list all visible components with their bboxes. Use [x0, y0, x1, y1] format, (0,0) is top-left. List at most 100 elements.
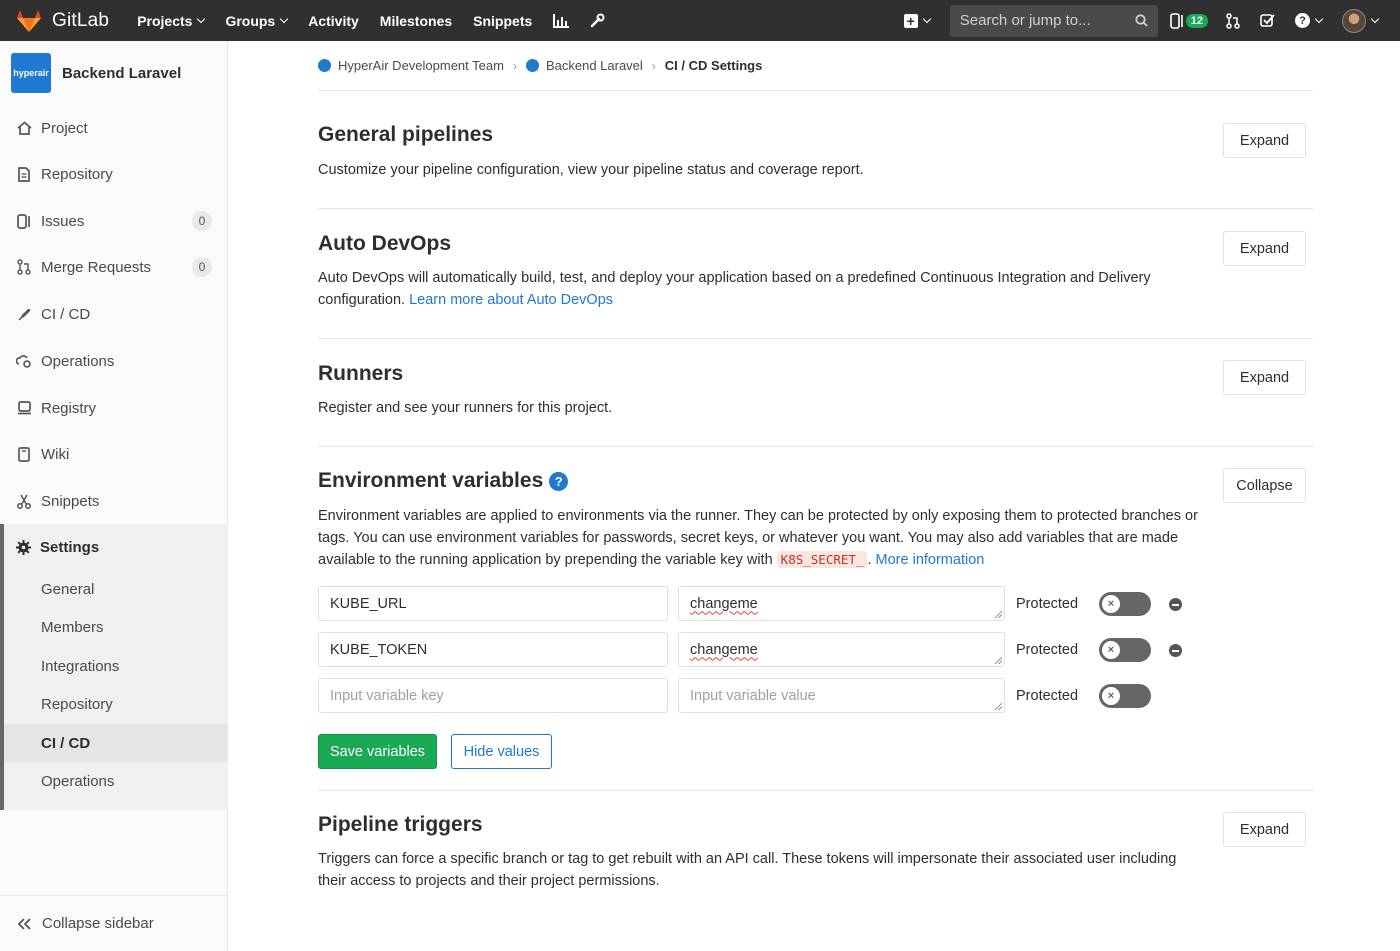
expand-button[interactable]: Expand — [1223, 123, 1306, 158]
sidebar-item-label: Wiki — [41, 445, 70, 463]
more-information-link[interactable]: More information — [876, 552, 985, 568]
sidebar-item-merge-requests[interactable]: Merge Requests 0 — [0, 244, 228, 290]
sidebar-item-snippets[interactable]: Snippets — [0, 478, 228, 524]
search-input[interactable]: Search or jump to... — [949, 4, 1158, 37]
toggle-off-icon: × — [1102, 595, 1120, 613]
breadcrumb-group[interactable]: HyperAir Development Team — [338, 58, 504, 73]
learn-more-auto-devops-link[interactable]: Learn more about Auto DevOps — [409, 292, 613, 308]
sidebar-item-repository[interactable]: Repository — [0, 151, 228, 197]
expand-button[interactable]: Expand — [1223, 360, 1306, 395]
sidebar-item-settings[interactable]: Settings — [16, 524, 99, 570]
project-sidebar: hyperair Backend Laravel Project Reposit… — [0, 41, 228, 951]
section-pipeline-triggers: Pipeline triggers Triggers can force a s… — [318, 791, 1313, 921]
variable-value-input[interactable]: changeme — [678, 586, 1005, 621]
remove-variable-icon[interactable] — [1169, 598, 1182, 611]
section-description: Customize your pipeline configuration, v… — [318, 162, 864, 178]
issues-counter[interactable]: 12 — [1169, 12, 1208, 29]
cloud-gear-icon — [16, 353, 32, 369]
collapse-sidebar-button[interactable]: Collapse sidebar — [0, 895, 227, 951]
merge-requests-icon[interactable] — [1226, 12, 1240, 29]
expand-button[interactable]: Expand — [1223, 812, 1306, 847]
group-avatar-icon — [318, 59, 331, 72]
variable-key-input[interactable]: KUBE_URL — [318, 586, 668, 621]
resize-handle-icon[interactable] — [995, 657, 1002, 664]
sidebar-item-wiki[interactable]: Wiki — [0, 431, 228, 477]
save-variables-button[interactable]: Save variables — [318, 734, 437, 769]
protected-toggle[interactable]: × — [1099, 592, 1151, 616]
nav-snippets[interactable]: Snippets — [473, 13, 532, 29]
variable-value-input[interactable]: changeme — [678, 632, 1005, 667]
book-icon — [16, 446, 32, 462]
sidebar-item-operations[interactable]: Operations — [0, 338, 228, 384]
avatar — [1342, 8, 1366, 33]
brand-name: GitLab — [52, 9, 110, 31]
search-placeholder: Search or jump to... — [959, 12, 1091, 29]
sidebar-item-project[interactable]: Project — [0, 105, 228, 151]
protected-label: Protected — [1016, 595, 1079, 612]
section-description: Register and see your runners for this p… — [318, 400, 613, 416]
protected-toggle[interactable]: × — [1099, 638, 1151, 662]
container-icon — [16, 400, 32, 416]
hide-values-button[interactable]: Hide values — [451, 734, 552, 769]
variable-key-input[interactable]: Input variable key — [318, 678, 668, 713]
issues-count-badge: 12 — [1185, 13, 1208, 28]
sidebar-sub-operations[interactable]: Operations — [4, 762, 228, 800]
issues-icon — [1169, 12, 1183, 29]
wrench-icon[interactable] — [590, 13, 605, 28]
sidebar-item-registry[interactable]: Registry — [0, 385, 228, 431]
sidebar-sub-ci-cd[interactable]: CI / CD — [4, 724, 228, 762]
todos-icon[interactable] — [1260, 13, 1275, 28]
sidebar-sub-integrations[interactable]: Integrations — [4, 647, 228, 685]
sidebar-item-ci-cd[interactable]: CI / CD — [0, 291, 228, 337]
sidebar-item-label: Project — [41, 119, 88, 137]
env-vars-period: . — [867, 552, 872, 568]
nav-activity[interactable]: Activity — [308, 13, 359, 29]
home-icon — [16, 120, 32, 136]
section-runners: Runners Register and see your runners fo… — [318, 339, 1313, 447]
plus-icon: + — [903, 13, 918, 28]
resize-handle-icon[interactable] — [995, 611, 1002, 618]
breadcrumb-project[interactable]: Backend Laravel — [546, 58, 643, 73]
sidebar-item-label: Snippets — [41, 492, 100, 510]
sidebar-item-label: Merge Requests — [41, 258, 152, 276]
protected-toggle[interactable]: × — [1099, 684, 1151, 708]
help-dropdown[interactable]: ? — [1295, 13, 1324, 28]
collapse-button[interactable]: Collapse — [1223, 468, 1306, 503]
sidebar-sub-repository[interactable]: Repository — [4, 685, 228, 723]
user-menu[interactable] — [1342, 8, 1380, 33]
section-description: Triggers can force a specific branch or … — [318, 851, 1177, 889]
nav-groups[interactable]: Groups — [225, 13, 289, 29]
question-icon[interactable]: ? — [549, 471, 569, 491]
expand-button[interactable]: Expand — [1223, 231, 1306, 266]
env-vars-title: Environment variables — [318, 469, 544, 492]
section-title: Pipeline triggers — [318, 813, 483, 836]
gitlab-logo-icon — [17, 9, 41, 32]
sidebar-sub-members[interactable]: Members — [4, 608, 228, 646]
main-content: HyperAir Development Team › Backend Lara… — [318, 41, 1313, 889]
section-description: Environment variables are applied to env… — [318, 505, 1198, 571]
nav-milestones[interactable]: Milestones — [380, 13, 452, 29]
variable-row: KUBE_TOKEN changeme Protected × — [318, 632, 1198, 668]
sidebar-item-label: CI / CD — [41, 305, 91, 323]
chart-icon[interactable] — [553, 13, 570, 28]
resize-handle-icon[interactable] — [995, 703, 1002, 710]
remove-variable-icon[interactable] — [1169, 644, 1182, 657]
project-name: Backend Laravel — [62, 64, 182, 82]
section-general-pipelines: General pipelines Customize your pipelin… — [318, 91, 1313, 209]
chevron-right-icon: › — [651, 58, 656, 73]
variable-value-input[interactable]: Input variable value — [678, 678, 1005, 713]
sidebar-sub-general[interactable]: General — [4, 570, 228, 608]
nav-projects[interactable]: Projects — [137, 13, 206, 29]
sidebar-item-issues[interactable]: Issues 0 — [0, 198, 228, 244]
project-header[interactable]: hyperair Backend Laravel — [0, 41, 227, 105]
toggle-off-icon: × — [1102, 641, 1120, 659]
new-dropdown-button[interactable]: + — [903, 13, 931, 28]
variable-key-input[interactable]: KUBE_TOKEN — [318, 632, 668, 667]
section-description: Auto DevOps will automatically build, te… — [318, 267, 1198, 311]
section-title: Auto DevOps — [318, 232, 452, 255]
k8s-secret-code: K8S_SECRET_ — [776, 551, 868, 568]
gitlab-home-link[interactable]: GitLab — [16, 9, 109, 33]
double-chevron-left-icon — [18, 917, 32, 930]
breadcrumb-current[interactable]: CI / CD Settings — [665, 58, 763, 73]
sidebar-item-label: Registry — [41, 399, 97, 417]
